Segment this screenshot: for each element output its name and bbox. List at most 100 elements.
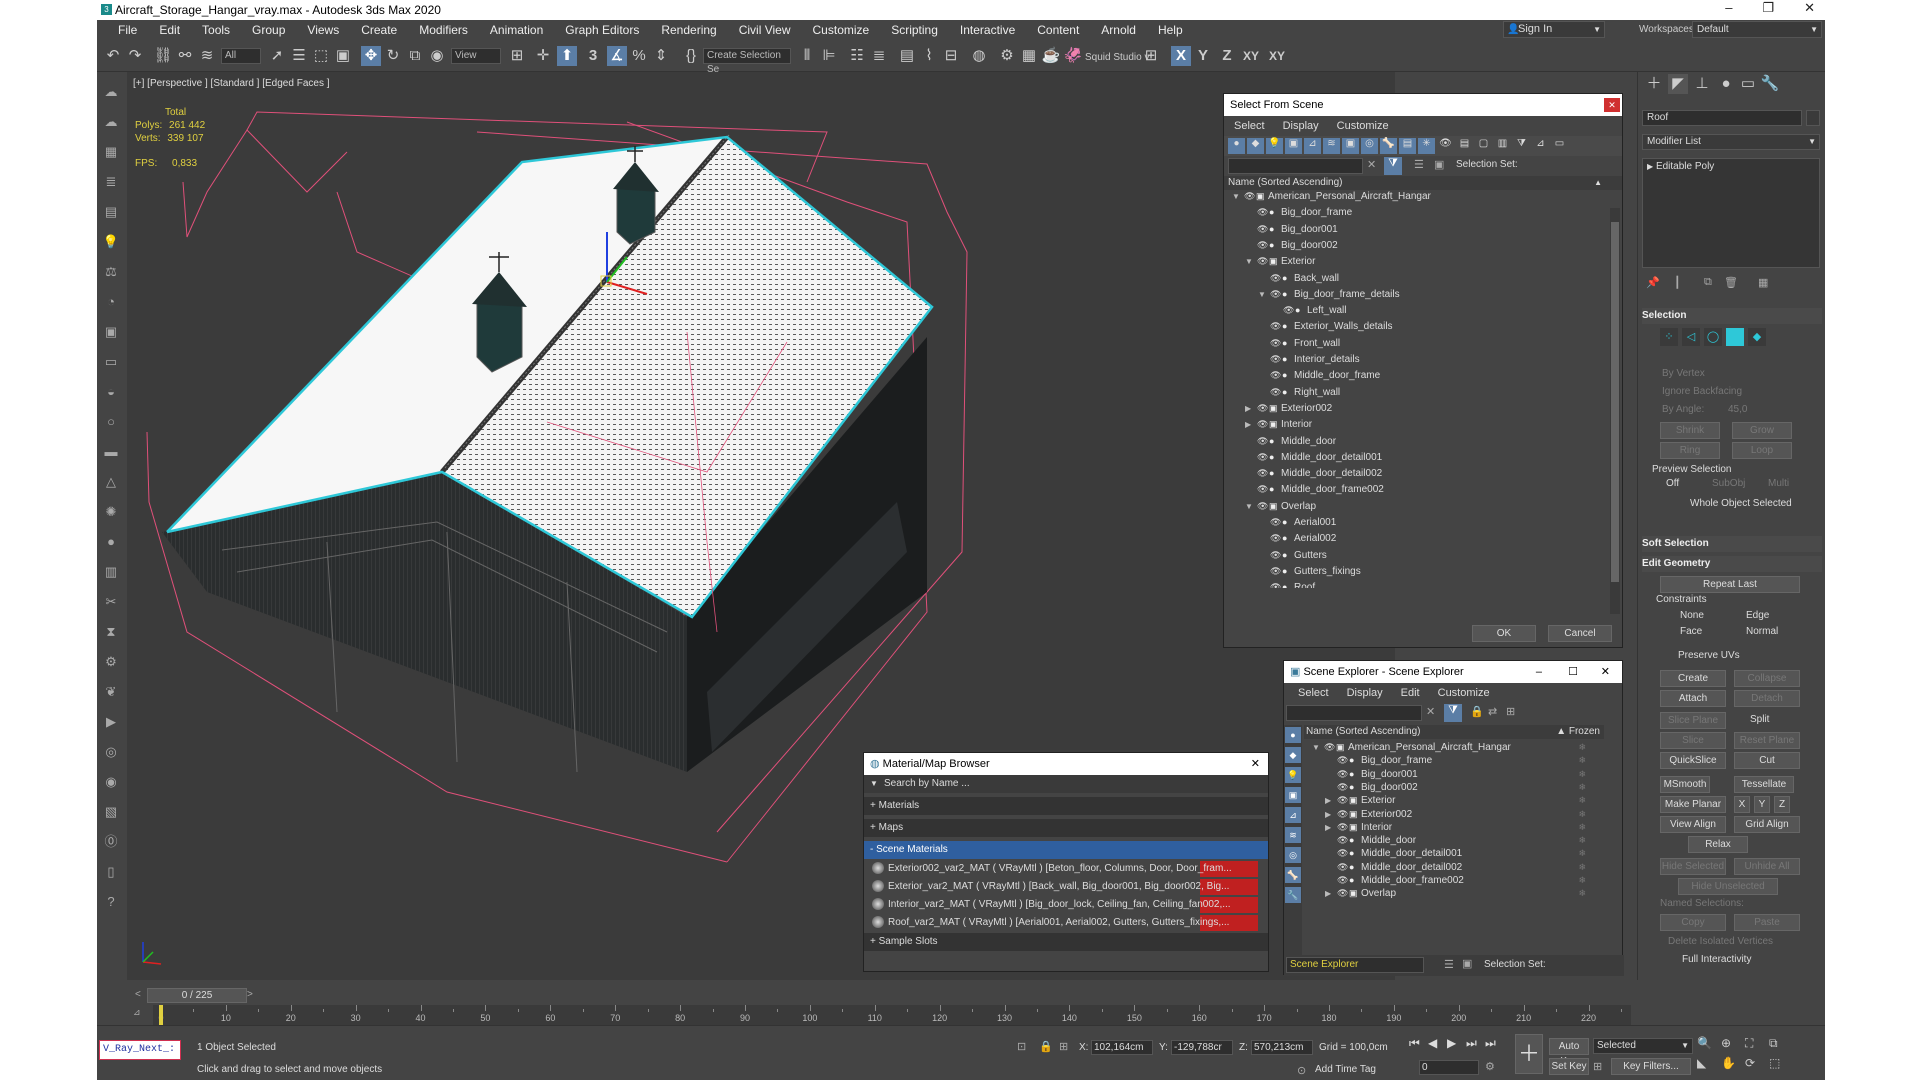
tree-row[interactable]: 👁 ● Back_wall xyxy=(1224,272,1604,285)
zoom-icon[interactable]: 🔍 xyxy=(1697,1036,1712,1050)
go-to-end-icon[interactable]: ⏭ xyxy=(1485,1036,1496,1051)
light-icon[interactable]: 💡 xyxy=(101,232,121,252)
viewport-label[interactable]: [+] [Perspective ] [Standard ] [Edged Fa… xyxy=(133,78,330,89)
scene-explorer-icon[interactable]: ☷ xyxy=(847,46,867,66)
ball-icon[interactable]: ● xyxy=(101,532,121,552)
selection-set-icon[interactable]: ▣ xyxy=(1462,957,1472,970)
sync-selection-icon[interactable]: ⇄ xyxy=(1488,705,1497,718)
xref-filter-icon[interactable]: ◎ xyxy=(1361,138,1378,154)
make-planar-button[interactable]: Make Planar xyxy=(1660,796,1726,813)
tree-row[interactable]: ▶ 👁 ▣ Interior ❄ xyxy=(1304,821,1604,834)
isolate-icon[interactable]: ⊡ xyxy=(1017,1040,1026,1053)
tree-row[interactable]: ▶ 👁 ▣ Interior xyxy=(1224,418,1604,431)
scene-materials-section[interactable]: - Scene Materials xyxy=(864,841,1268,859)
visibility-eye-icon[interactable]: 👁 xyxy=(1324,741,1335,754)
add-time-tag[interactable]: Add Time Tag xyxy=(1315,1064,1376,1075)
menu-content[interactable]: Content xyxy=(1026,23,1090,37)
visibility-eye-icon[interactable]: 👁 xyxy=(1270,581,1281,588)
reset-plane-button[interactable]: Reset Plane xyxy=(1734,732,1800,749)
msmooth-button[interactable]: MSmooth xyxy=(1660,776,1710,793)
planar-x-button[interactable]: X xyxy=(1734,796,1750,813)
menu-help[interactable]: Help xyxy=(1147,23,1194,37)
sphere-icon[interactable]: ○ xyxy=(101,412,121,432)
tree-row[interactable]: 👁 ● Roof xyxy=(1224,581,1604,588)
show-end-result-icon[interactable]: ┃ xyxy=(1674,276,1681,289)
tessellate-button[interactable]: Tessellate xyxy=(1734,776,1794,793)
visibility-eye-icon[interactable]: 👁 xyxy=(1337,834,1348,847)
close-icon[interactable]: ✕ xyxy=(1251,753,1260,775)
chevron-right-icon[interactable]: ▶ xyxy=(1325,808,1331,821)
create-tab-icon[interactable]: ＋ xyxy=(1644,74,1664,94)
chevron-down-icon[interactable]: ▼ xyxy=(1232,190,1240,203)
search-input[interactable] xyxy=(1228,158,1363,174)
list-icon[interactable]: ≣ xyxy=(101,172,121,192)
visibility-eye-icon[interactable]: 👁 xyxy=(1270,516,1281,529)
grow-button[interactable]: Grow xyxy=(1732,422,1792,439)
frozen-snowflake-icon[interactable]: ❄ xyxy=(1578,768,1586,781)
cone-icon[interactable]: △ xyxy=(101,472,121,492)
time-config-icon[interactable]: ⚙ xyxy=(1485,1060,1495,1073)
visibility-eye-icon[interactable]: 👁 xyxy=(1270,272,1281,285)
unhide-all-button[interactable]: Unhide All xyxy=(1734,858,1800,875)
angle-snap-icon[interactable]: ∡ xyxy=(607,46,627,66)
none-filter-icon[interactable]: ▢ xyxy=(1475,138,1492,154)
scene-material-item[interactable]: Exterior_var2_MAT ( VRayMtl ) [Back_wall… xyxy=(872,879,1258,895)
visibility-eye-icon[interactable]: 👁 xyxy=(1257,500,1268,513)
next-frame-icon[interactable]: > xyxy=(247,989,257,1003)
hair-icon[interactable]: ▥ xyxy=(101,562,121,582)
tree-row[interactable]: ▼ 👁 ▣ Overlap xyxy=(1224,500,1604,513)
loop-button[interactable]: Loop xyxy=(1732,442,1792,459)
edit-geometry-rollout-header[interactable]: Edit Geometry xyxy=(1642,556,1822,572)
window-crossing-icon[interactable]: ▣ xyxy=(333,46,353,66)
menu-civil-view[interactable]: Civil View xyxy=(728,23,802,37)
play-icon[interactable]: ▶ xyxy=(101,712,121,732)
maximize-button[interactable]: ❐ xyxy=(1762,0,1774,16)
visibility-eye-icon[interactable]: 👁 xyxy=(1270,337,1281,350)
visibility-eye-icon[interactable]: 👁 xyxy=(1337,821,1348,834)
display-options-icon[interactable]: ▭ xyxy=(1551,138,1568,154)
key-filters-button[interactable]: Key Filters... xyxy=(1611,1058,1691,1075)
hidden-filter-icon[interactable]: 👁 xyxy=(1437,138,1454,154)
planar-y-button[interactable]: Y xyxy=(1754,796,1770,813)
slice-button[interactable]: Slice xyxy=(1660,732,1726,749)
menu-group[interactable]: Group xyxy=(241,23,296,37)
tree-row[interactable]: 👁 ● Big_door_frame ❄ xyxy=(1304,754,1604,767)
frozen-snowflake-icon[interactable]: ❄ xyxy=(1578,874,1586,887)
scene-material-item[interactable]: Interior_var2_MAT ( VRayMtl ) [Big_door_… xyxy=(872,897,1258,913)
scrollbar-thumb[interactable] xyxy=(1611,222,1619,582)
y-coord-field[interactable]: -129,788cr xyxy=(1171,1040,1233,1055)
time-tag-icon[interactable]: ⊙ xyxy=(1297,1064,1306,1077)
visibility-eye-icon[interactable]: 👁 xyxy=(1337,781,1348,794)
field-of-view-icon[interactable]: ◣ xyxy=(1697,1056,1706,1070)
tree-row[interactable]: 👁 ● Left_wall xyxy=(1224,304,1604,317)
tree-row[interactable]: 👁 ● Middle_door_frame002 xyxy=(1224,483,1604,496)
pin-stack-icon[interactable]: 📌 xyxy=(1646,276,1660,289)
tree-row[interactable]: 👁 ● Middle_door_detail002 ❄ xyxy=(1304,861,1604,874)
ring-button[interactable]: Ring xyxy=(1660,442,1720,459)
copy-button[interactable]: Copy xyxy=(1660,914,1726,931)
vertex-subobject-icon[interactable]: ⁘ xyxy=(1660,328,1678,346)
materials-section[interactable]: + Materials xyxy=(864,797,1268,815)
select-rotate-icon[interactable]: ↻ xyxy=(383,46,403,66)
pivot-center-icon[interactable]: ⊞ xyxy=(507,46,527,66)
tree-row[interactable]: ▼ 👁 ▣ Exterior xyxy=(1224,255,1604,268)
hierarchy-icon[interactable]: ⊞ xyxy=(1506,705,1515,718)
rect-selection-icon[interactable]: ⬚ xyxy=(311,46,331,66)
zoom-extents-icon[interactable]: ⛶ xyxy=(1745,1036,1753,1051)
plane-icon[interactable]: ▭ xyxy=(101,352,121,372)
frozen-snowflake-icon[interactable]: ❄ xyxy=(1578,861,1586,874)
frozen-snowflake-icon[interactable]: ❄ xyxy=(1578,821,1586,834)
close-icon[interactable]: ✕ xyxy=(1604,98,1620,112)
rendered-frame-icon[interactable]: ▦ xyxy=(1019,46,1039,66)
mirror-icon[interactable]: ⫴ xyxy=(797,46,817,66)
frozen-snowflake-icon[interactable]: ❄ xyxy=(1578,754,1586,767)
visibility-eye-icon[interactable]: 👁 xyxy=(1283,304,1294,317)
maximize-viewport-icon[interactable]: ⬚ xyxy=(1769,1056,1780,1070)
selection-rollout-header[interactable]: Selection xyxy=(1642,308,1822,324)
menu-select[interactable]: Select xyxy=(1234,120,1265,132)
schematic-view-icon[interactable]: ⊟ xyxy=(941,46,961,66)
squid-grid-icon[interactable]: ⊞ xyxy=(1141,46,1161,66)
tree-row[interactable]: 👁 ● Middle_door_detail001 xyxy=(1224,451,1604,464)
layer-explorer-icon[interactable]: ≣ xyxy=(869,46,889,66)
visibility-eye-icon[interactable]: 👁 xyxy=(1257,451,1268,464)
